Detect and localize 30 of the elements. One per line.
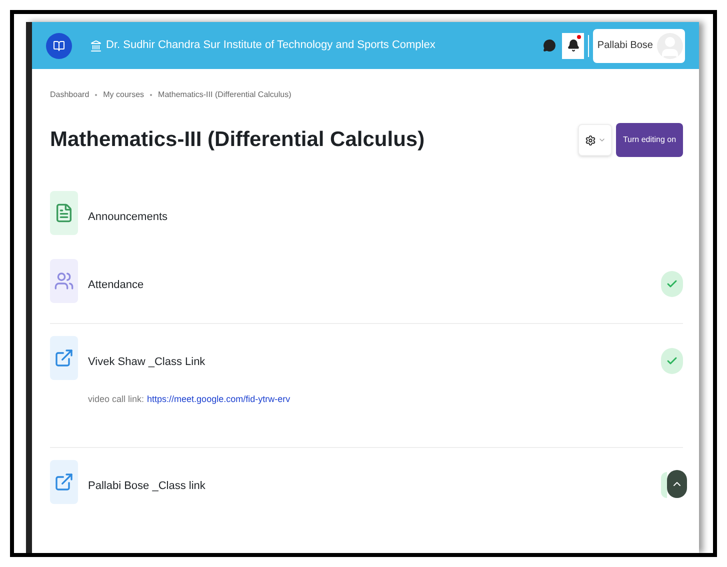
check-icon bbox=[666, 278, 678, 290]
caret-icon bbox=[598, 136, 606, 144]
user-menu[interactable]: Pallabi Bose bbox=[593, 28, 685, 62]
book-icon bbox=[53, 40, 65, 52]
building-icon bbox=[90, 40, 102, 52]
external-link-icon bbox=[54, 472, 74, 492]
completion-badge[interactable] bbox=[661, 348, 683, 374]
activity-link[interactable]: Vivek Shaw _Class Link bbox=[88, 356, 206, 368]
breadcrumb-link[interactable]: Mathematics-III (Differential Calculus) bbox=[158, 89, 292, 101]
document-icon bbox=[54, 203, 74, 223]
external-link-icon bbox=[54, 348, 74, 368]
edit-mode-button[interactable]: Turn editing on bbox=[616, 123, 683, 157]
settings-menu-button[interactable] bbox=[578, 124, 612, 156]
activity-link[interactable]: Attendance bbox=[88, 279, 144, 291]
chat-icon[interactable] bbox=[543, 39, 556, 52]
activity-link[interactable]: Announcements bbox=[88, 211, 168, 223]
description-label: video call link: bbox=[88, 393, 144, 406]
people-icon bbox=[54, 271, 74, 291]
meeting-link[interactable]: https://meet.google.com/fid-ytrw-erv bbox=[147, 393, 290, 406]
breadcrumb-link[interactable]: Dashboard bbox=[50, 89, 90, 101]
gear-icon bbox=[584, 134, 596, 146]
notifications-button[interactable] bbox=[562, 32, 584, 58]
back-to-top-button[interactable] bbox=[667, 470, 687, 498]
logo-button[interactable] bbox=[46, 32, 72, 58]
breadcrumb-link[interactable]: My courses bbox=[103, 89, 144, 101]
activity-link[interactable]: Pallabi Bose _Class link bbox=[88, 480, 206, 492]
check-icon bbox=[666, 355, 678, 367]
course-title: Mathematics-III (Differential Calculus) bbox=[50, 127, 426, 154]
completion-badge[interactable] bbox=[661, 271, 683, 297]
bell-icon bbox=[566, 39, 580, 52]
